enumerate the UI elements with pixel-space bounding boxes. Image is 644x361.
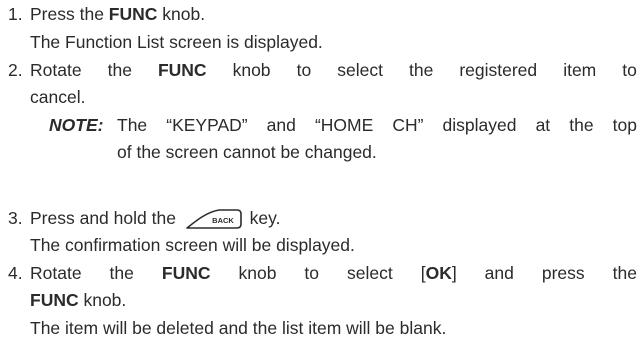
step-2-word: item	[563, 60, 597, 80]
step-2-word: registered	[459, 60, 538, 80]
step-4-func-label-2: FUNC	[30, 290, 79, 310]
step-4-post: ] and press the	[451, 263, 637, 283]
instruction-page: 1. Press the FUNC knob. The Function Lis…	[0, 0, 644, 361]
step-4-ok-label: OK	[425, 263, 452, 283]
step-4-result: The item will be deleted and the list it…	[30, 318, 447, 338]
step-1-result: The Function List screen is displayed.	[30, 32, 323, 52]
note-label: NOTE:	[49, 115, 104, 135]
step-4-mid: knob to select [	[210, 263, 426, 283]
step-2-word: to	[296, 60, 312, 80]
step-2-word: Rotate	[30, 60, 82, 80]
step-4-func-label: FUNC	[161, 263, 211, 283]
step-1-post: knob.	[157, 4, 206, 24]
step-3-instruction: Press and hold the BACK key.	[30, 206, 280, 230]
step-4-continuation-text: knob.	[78, 290, 127, 310]
step-3-pre: Press and hold the	[30, 208, 181, 228]
step-3-result: The confirmation screen will be displaye…	[30, 235, 355, 255]
note-text-line2: of the screen cannot be changed.	[117, 142, 377, 162]
step-4-continuation: FUNC knob.	[30, 288, 126, 312]
step-2-func-label: FUNC	[157, 60, 207, 80]
step-1-number: 1.	[8, 4, 23, 24]
step-3-number: 3.	[8, 208, 23, 228]
step-1-func-label: FUNC	[108, 4, 158, 24]
step-1-pre: Press the	[30, 4, 109, 24]
step-2-word: knob	[232, 60, 271, 80]
step-4-pre: Rotate the	[30, 263, 162, 283]
step-2-continuation: cancel.	[30, 87, 86, 107]
step-1-instruction: Press the FUNC knob.	[30, 2, 205, 26]
step-4-number: 4.	[8, 263, 23, 283]
note-text-line1: The “KEYPAD” and “HOME CH” displayed at …	[117, 115, 637, 135]
step-2-word: the	[107, 60, 132, 80]
step-2-number: 2.	[8, 60, 23, 80]
step-4-instruction: Rotate the FUNC knob to select [OK] and …	[30, 261, 637, 285]
step-2-word: select	[337, 60, 383, 80]
step-3-post: key.	[244, 208, 281, 228]
back-key-icon: BACK	[185, 208, 243, 230]
back-key-label: BACK	[212, 216, 234, 225]
step-2-word: to	[622, 60, 637, 80]
step-2-word: the	[408, 60, 434, 80]
step-2-instruction: Rotate the FUNC knob to select the regis…	[30, 58, 637, 82]
